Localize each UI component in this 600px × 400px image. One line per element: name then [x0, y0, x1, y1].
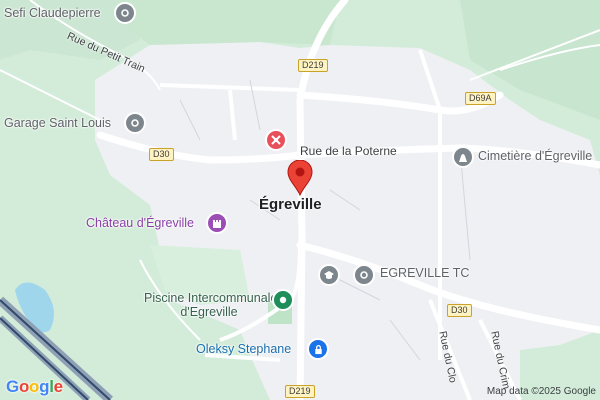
- location-icon[interactable]: [353, 264, 375, 286]
- google-logo: Google: [6, 377, 63, 396]
- location-icon[interactable]: [114, 2, 136, 24]
- school-icon[interactable]: [318, 264, 340, 286]
- road-shield-d219-south: D219: [285, 385, 315, 398]
- restaurant-icon[interactable]: [265, 129, 287, 151]
- map-attribution[interactable]: Map data ©2025 Google: [487, 386, 596, 397]
- red-marker-icon[interactable]: [286, 159, 314, 197]
- poi-label-sefi[interactable]: Sefi Claudepierre: [4, 6, 101, 20]
- location-icon[interactable]: [124, 112, 146, 134]
- poi-label-garage[interactable]: Garage Saint Louis: [4, 116, 111, 130]
- road-shield-d30-west: D30: [149, 148, 174, 161]
- poi-label-cimetiere[interactable]: Cimetière d'Égreville: [478, 149, 592, 163]
- poi-label-egreville-tc[interactable]: EGREVILLE TC: [380, 266, 469, 280]
- cemetery-icon[interactable]: [452, 146, 474, 168]
- poi-label-piscine-line2: d'Egreville: [180, 305, 238, 319]
- castle-icon[interactable]: [206, 212, 228, 234]
- poi-label-oleksy[interactable]: Oleksy Stephane: [196, 342, 291, 356]
- road-shield-d30-east: D30: [447, 304, 472, 317]
- poi-label-piscine-line1: Piscine Intercommunale: [144, 291, 278, 305]
- street-label-poterne-text: Rue de la Poterne: [300, 144, 397, 158]
- poi-label-piscine[interactable]: Piscine Intercommunale d'Egreville: [144, 291, 278, 319]
- pool-icon[interactable]: [272, 289, 294, 311]
- town-label[interactable]: Égreville: [259, 196, 322, 213]
- road-shield-d69a: D69A: [465, 92, 496, 105]
- road-shield-d219-north: D219: [298, 59, 328, 72]
- lock-icon[interactable]: [307, 338, 329, 360]
- poi-label-chateau[interactable]: Château d'Égreville: [86, 216, 194, 230]
